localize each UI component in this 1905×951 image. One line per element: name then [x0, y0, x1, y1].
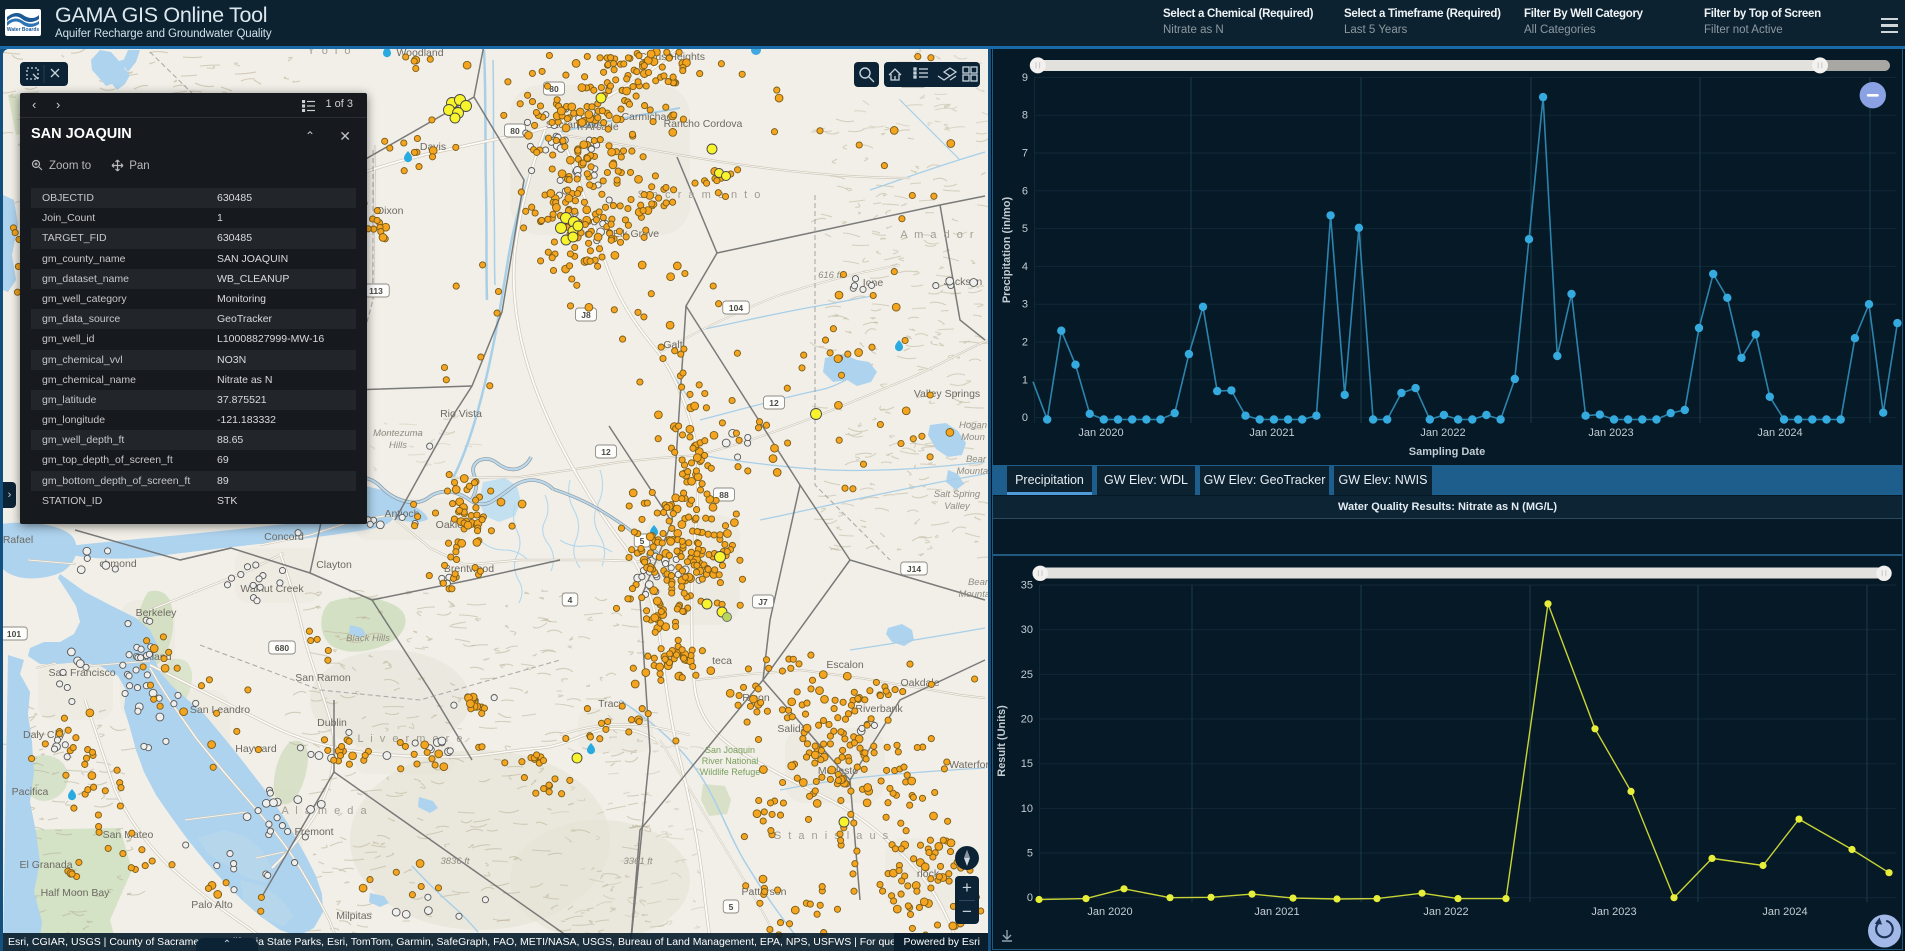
svg-text:4: 4 [568, 595, 573, 605]
svg-text:12: 12 [601, 447, 611, 457]
svg-text:San Ramon: San Ramon [295, 672, 351, 684]
svg-text:Waterford: Waterford [949, 759, 988, 771]
svg-text:Folsom: Folsom [783, 49, 818, 52]
svg-text:Milpitas: Milpitas [336, 910, 372, 922]
svg-text:Y o l o: Y o l o [308, 49, 353, 57]
svg-text:Valley: Valley [944, 501, 971, 512]
svg-text:Brentwood: Brentwood [444, 563, 494, 575]
svg-text:J14: J14 [907, 564, 921, 574]
svg-text:5: 5 [640, 536, 645, 546]
svg-text:El Granada: El Granada [19, 859, 72, 871]
svg-text:Black Hills: Black Hills [346, 633, 390, 644]
svg-text:Riverbank: Riverbank [855, 703, 903, 715]
svg-text:Hogan: Hogan [959, 420, 987, 431]
svg-text:San Mateo: San Mateo [103, 829, 154, 841]
svg-text:Rio Vista: Rio Vista [440, 408, 482, 420]
svg-text:Fremont: Fremont [294, 826, 333, 838]
svg-text:113: 113 [369, 286, 383, 296]
svg-text:Mountain: Mountain [956, 466, 988, 477]
svg-text:Hills: Hills [389, 440, 407, 451]
svg-text:A m a d o r: A m a d o r [900, 229, 975, 241]
svg-text:88: 88 [719, 490, 729, 500]
svg-text:Salt Spring: Salt Spring [934, 489, 981, 500]
svg-text:5: 5 [729, 902, 734, 912]
svg-text:Rafael: Rafael [3, 534, 33, 546]
svg-text:Palo Alto: Palo Alto [191, 899, 233, 911]
svg-text:Valley Springs: Valley Springs [914, 388, 980, 400]
svg-text:S t a n i s l a u s: S t a n i s l a u s [774, 830, 890, 842]
svg-text:616 ft: 616 ft [818, 270, 842, 281]
svg-text:3836 ft: 3836 ft [440, 856, 469, 867]
svg-text:San Francisco: San Francisco [48, 667, 115, 679]
svg-text:L i v e r m o r e: L i v e r m o r e [358, 733, 465, 745]
svg-text:J7: J7 [758, 597, 768, 607]
svg-text:Water Boards: Water Boards [7, 27, 40, 33]
svg-text:J8: J8 [581, 310, 591, 320]
svg-text:San Joaquin: San Joaquin [705, 745, 755, 755]
svg-text:River National: River National [702, 756, 759, 766]
svg-text:Wildlife Refuge: Wildlife Refuge [700, 767, 761, 777]
svg-text:Moun: Moun [961, 432, 985, 443]
svg-text:Clayton: Clayton [316, 559, 352, 571]
svg-text:104: 104 [729, 303, 743, 313]
svg-text:teca: teca [712, 655, 732, 667]
svg-text:80: 80 [510, 126, 520, 136]
svg-text:Half Moon Bay: Half Moon Bay [41, 887, 111, 899]
svg-text:Escalon: Escalon [826, 659, 864, 671]
svg-text:San Leandro: San Leandro [190, 704, 250, 716]
svg-text:Mountain: Mountain [958, 589, 988, 600]
svg-text:Pacifica: Pacifica [12, 786, 49, 798]
svg-text:Rancho Cordova: Rancho Cordova [664, 118, 743, 130]
svg-text:680: 680 [275, 643, 289, 653]
svg-text:Berkeley: Berkeley [136, 607, 178, 619]
svg-text:Montezuma: Montezuma [373, 428, 423, 439]
svg-text:12: 12 [769, 398, 779, 408]
svg-text:3361 ft: 3361 ft [623, 856, 652, 867]
svg-text:Bear: Bear [966, 454, 987, 465]
svg-text:A l a m e d a: A l a m e d a [281, 805, 368, 817]
svg-text:Bear: Bear [968, 577, 988, 588]
svg-text:Dublin: Dublin [317, 717, 347, 729]
svg-text:101: 101 [7, 629, 21, 639]
